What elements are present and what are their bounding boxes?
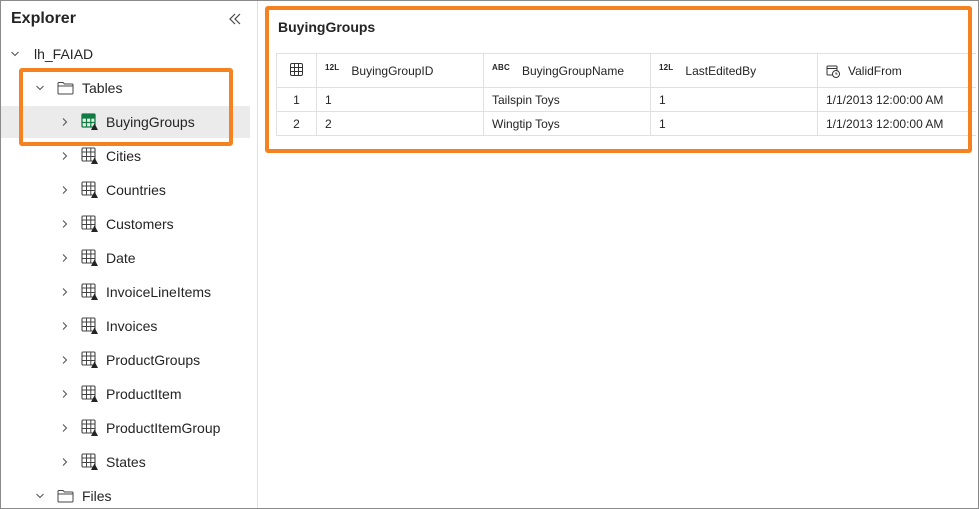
- cell-validfrom[interactable]: 1/1/2013 12:00:00 AM: [818, 112, 976, 135]
- row-index: 1: [276, 88, 317, 111]
- folder-icon: [57, 489, 74, 503]
- delta-table-icon: [81, 147, 99, 165]
- tree-item-table-cities[interactable]: Cities: [1, 140, 250, 172]
- chevron-down-icon[interactable]: [34, 82, 46, 94]
- table-label: BuyingGroups: [106, 114, 195, 130]
- column-header-buyinggroupid[interactable]: 12L BuyingGroupID: [317, 54, 484, 87]
- chevron-down-icon[interactable]: [34, 490, 46, 502]
- tree-item-table-invoices[interactable]: Invoices: [1, 310, 250, 342]
- explorer-title: Explorer: [11, 10, 76, 27]
- chevron-right-icon[interactable]: [59, 320, 71, 332]
- chevron-right-icon[interactable]: [59, 252, 71, 264]
- column-header-label: ValidFrom: [848, 63, 902, 78]
- cell-buyinggroupname[interactable]: Tailspin Toys: [484, 88, 651, 111]
- column-header-validfrom[interactable]: ValidFrom: [818, 54, 976, 87]
- table-preview-pane: BuyingGroups 12L BuyingGroupID ABC Buyin…: [258, 1, 978, 508]
- cell-lasteditedby[interactable]: 1: [651, 88, 818, 111]
- grid-header-row: 12L BuyingGroupID ABC BuyingGroupName 12…: [276, 54, 976, 88]
- datetime-type-icon: [826, 64, 840, 78]
- tree-item-table-productitemgroup[interactable]: ProductItemGroup: [1, 412, 250, 444]
- delta-table-icon: [81, 419, 99, 437]
- delta-table-icon: [81, 351, 99, 369]
- lakehouse-label: lh_FAIAD: [34, 46, 94, 62]
- tree-item-table-buyinggroups[interactable]: BuyingGroups: [1, 106, 250, 138]
- cell-buyinggroupid[interactable]: 2: [317, 112, 484, 135]
- table-label: Countries: [106, 182, 166, 198]
- tree-item-table-date[interactable]: Date: [1, 242, 250, 274]
- select-all-cell[interactable]: [276, 54, 317, 87]
- chevron-right-icon[interactable]: [59, 184, 71, 196]
- chevron-right-icon[interactable]: [59, 218, 71, 230]
- chevron-down-icon[interactable]: [9, 48, 21, 60]
- chevron-right-icon[interactable]: [59, 354, 71, 366]
- integer-type-icon: 12L: [325, 63, 340, 72]
- folder-icon: [57, 81, 74, 95]
- table-row[interactable]: 1 1 Tailspin Toys 1 1/1/2013 12:00:00 AM: [276, 88, 976, 112]
- tree-item-table-states[interactable]: States: [1, 446, 250, 478]
- chevron-right-icon[interactable]: [59, 150, 71, 162]
- chevron-right-icon[interactable]: [59, 286, 71, 298]
- delta-table-icon: [81, 385, 99, 403]
- preview-title: BuyingGroups: [278, 19, 376, 35]
- column-header-label: BuyingGroupID: [351, 63, 434, 78]
- table-label: Date: [106, 250, 136, 266]
- tree-item-table-countries[interactable]: Countries: [1, 174, 250, 206]
- delta-table-icon: [81, 215, 99, 233]
- files-folder-label: Files: [82, 488, 112, 504]
- column-header-buyinggroupname[interactable]: ABC BuyingGroupName: [484, 54, 651, 87]
- table-label: Cities: [106, 148, 142, 164]
- cell-lasteditedby[interactable]: 1: [651, 112, 818, 135]
- chevron-right-icon[interactable]: [59, 422, 71, 434]
- chevron-right-icon[interactable]: [59, 116, 71, 128]
- column-header-label: BuyingGroupName: [521, 63, 624, 78]
- explorer-pane: Explorer lh_FAIAD Tables BuyingGroups Ci…: [1, 1, 258, 508]
- table-label: ProductItem: [106, 386, 182, 402]
- text-type-icon: ABC: [492, 63, 510, 72]
- delta-table-icon: [81, 181, 99, 199]
- delta-table-icon: [81, 453, 99, 471]
- cell-buyinggroupname[interactable]: Wingtip Toys: [484, 112, 651, 135]
- collapse-pane-icon[interactable]: [225, 9, 245, 29]
- delta-table-icon: [81, 113, 99, 131]
- tree-item-table-customers[interactable]: Customers: [1, 208, 250, 240]
- tree-item-table-productgroups[interactable]: ProductGroups: [1, 344, 250, 376]
- data-grid: 12L BuyingGroupID ABC BuyingGroupName 12…: [276, 53, 976, 136]
- chevron-right-icon[interactable]: [59, 456, 71, 468]
- row-index: 2: [276, 112, 317, 135]
- cell-buyinggroupid[interactable]: 1: [317, 88, 484, 111]
- delta-table-icon: [81, 283, 99, 301]
- table-label: ProductGroups: [106, 352, 201, 368]
- table-label: States: [106, 454, 146, 470]
- explorer-header: Explorer: [11, 8, 245, 30]
- table-label: InvoiceLineItems: [106, 284, 212, 300]
- table-label: ProductItemGroup: [106, 420, 221, 436]
- tree-item-lakehouse[interactable]: lh_FAIAD: [1, 38, 250, 70]
- delta-table-icon: [81, 317, 99, 335]
- tree-item-files-folder[interactable]: Files: [1, 480, 250, 508]
- tree-item-table-invoicelineitems[interactable]: InvoiceLineItems: [1, 276, 250, 308]
- tables-folder-label: Tables: [82, 80, 123, 96]
- delta-table-icon: [81, 249, 99, 267]
- table-label: Customers: [106, 216, 174, 232]
- chevron-right-icon[interactable]: [59, 388, 71, 400]
- tree-item-table-productitem[interactable]: ProductItem: [1, 378, 250, 410]
- window-frame: Explorer lh_FAIAD Tables BuyingGroups Ci…: [0, 0, 979, 509]
- tree-item-tables-folder[interactable]: Tables: [1, 72, 250, 104]
- integer-type-icon: 12L: [659, 63, 674, 72]
- table-grid-icon: [290, 62, 303, 79]
- column-header-label: LastEditedBy: [685, 63, 757, 78]
- column-header-lasteditedby[interactable]: 12L LastEditedBy: [651, 54, 818, 87]
- cell-validfrom[interactable]: 1/1/2013 12:00:00 AM: [818, 88, 976, 111]
- table-label: Invoices: [106, 318, 158, 334]
- table-row[interactable]: 2 2 Wingtip Toys 1 1/1/2013 12:00:00 AM: [276, 112, 976, 135]
